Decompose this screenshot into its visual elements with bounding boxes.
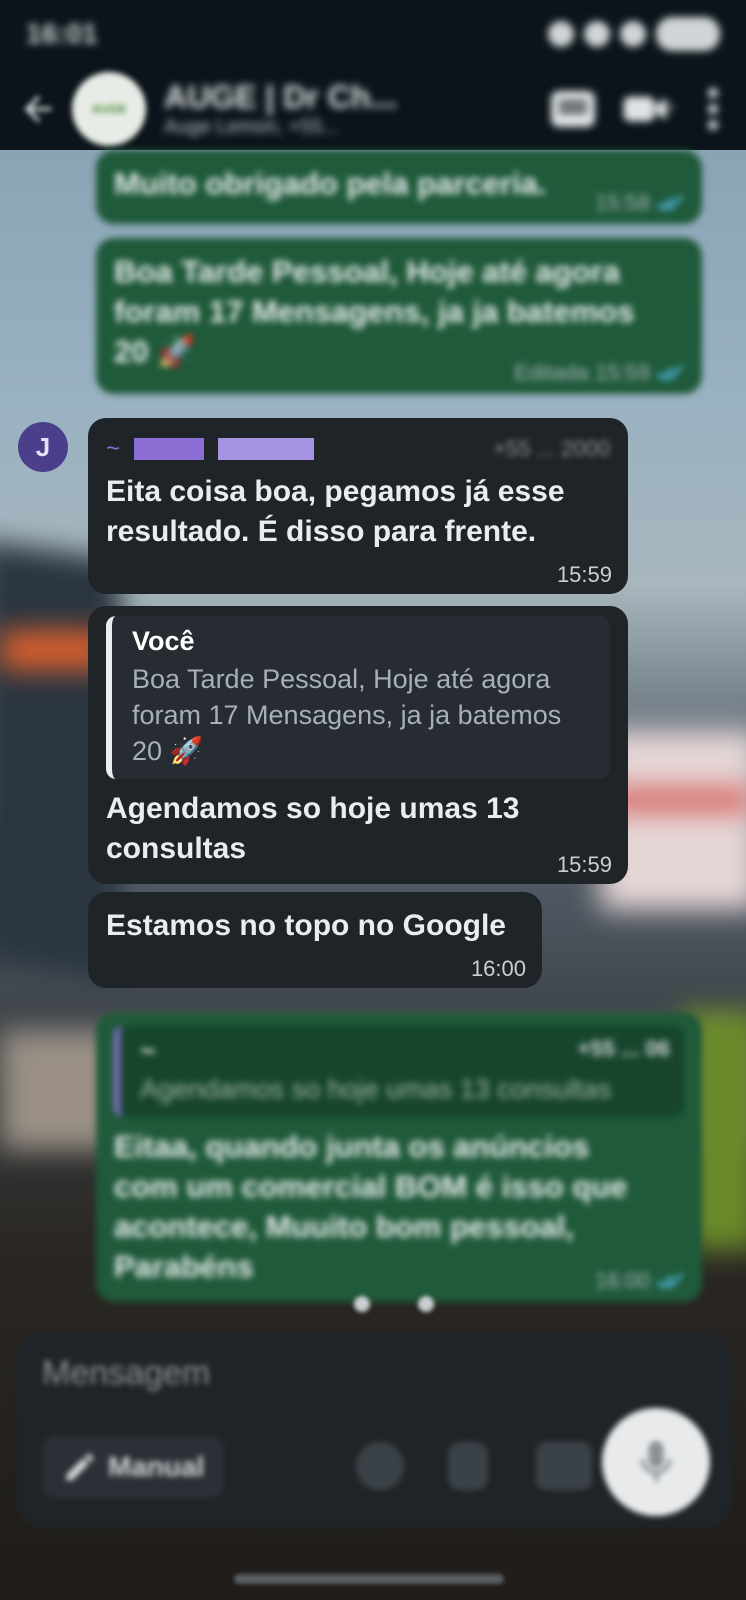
avatar-text: AUGE — [91, 102, 127, 116]
camera-icon[interactable] — [536, 1442, 592, 1490]
sender-phone: +55 ... 2000 — [493, 436, 610, 461]
wifi-icon — [584, 21, 610, 47]
message-time: 15:59 — [556, 562, 612, 587]
scroll-indicator — [354, 1296, 434, 1312]
chat-subtitle: Auge Lemon, +55... — [164, 116, 340, 138]
quoted-message[interactable]: ~ +55 ... 06 Agendamos so hoje umas 13 c… — [114, 1026, 684, 1117]
quoted-author: Você — [132, 626, 195, 656]
sender-avatar[interactable]: J — [18, 422, 68, 472]
message-time: 16:00 — [470, 956, 526, 981]
message-meta: 16:00 — [595, 1268, 686, 1294]
attach-icon[interactable] — [448, 1442, 488, 1490]
message-text: Agendamos so hoje umas 13 consultas — [106, 792, 520, 865]
signal-icon — [620, 21, 646, 47]
status-time: 16:01 — [26, 18, 98, 49]
quoted-author-line: ~ +55 ... 06 — [140, 1036, 670, 1067]
double-check-icon — [656, 364, 684, 382]
sender-line: ~ +55 ... 2000 — [106, 432, 610, 466]
message-time: 16:00 — [594, 1268, 650, 1293]
redacted-name — [218, 438, 315, 460]
message-text: Eitaa, quando junta os anúncios com um c… — [114, 1129, 628, 1284]
alarm-icon — [548, 21, 574, 47]
scroll-dot — [418, 1296, 434, 1312]
home-indicator[interactable] — [234, 1574, 504, 1584]
message-bubble-incoming[interactable]: Você Boa Tarde Pessoal, Hoje até agora f… — [88, 606, 628, 884]
redacted-name — [134, 438, 205, 460]
message-meta: 15:59 — [557, 562, 612, 588]
quoted-author: ~ — [140, 1036, 156, 1066]
quoted-text: Agendamos so hoje umas 13 consultas — [140, 1074, 612, 1104]
double-check-icon — [656, 194, 684, 212]
message-meta: 15:58 — [595, 190, 686, 216]
quoted-text: Boa Tarde Pessoal, Hoje até agora foram … — [132, 664, 562, 766]
message-meta: Editada 15:59 — [514, 360, 686, 386]
message-bubble-outgoing[interactable]: Muito obrigado pela parceria. 15:58 — [96, 150, 702, 224]
system-icons — [548, 17, 720, 51]
message-time: 15:58 — [594, 190, 650, 215]
mic-button[interactable] — [602, 1408, 710, 1516]
chat-header: AUGE AUGE | Dr Ch... Auge Lemon, +55... — [0, 68, 746, 150]
battery-icon — [656, 17, 720, 51]
pencil-icon — [66, 1453, 94, 1481]
sticker-icon[interactable] — [356, 1442, 404, 1490]
manual-button[interactable]: Manual — [42, 1436, 225, 1498]
sender-name: ~ — [106, 435, 121, 462]
back-arrow-icon[interactable] — [18, 89, 58, 129]
group-avatar[interactable]: AUGE — [72, 72, 146, 146]
quoted-phone: +55 ... 06 — [577, 1036, 670, 1061]
more-options-icon[interactable] — [698, 87, 728, 131]
sender-initial: J — [35, 431, 51, 462]
message-bubble-incoming[interactable]: ~ +55 ... 2000 Eita coisa boa, pegamos j… — [88, 418, 628, 594]
message-time: Editada 15:59 — [514, 360, 650, 385]
message-bubble-incoming[interactable]: Estamos no topo no Google 16:00 — [88, 892, 542, 988]
scroll-dot — [354, 1296, 370, 1312]
status-bar: 16:01 — [0, 0, 746, 68]
manual-label: Manual — [108, 1451, 205, 1482]
chat-title: AUGE | Dr Ch... — [164, 79, 397, 115]
video-call-icon[interactable] — [622, 87, 676, 131]
message-meta: 15:59 — [557, 852, 612, 878]
message-text: Boa Tarde Pessoal, Hoje até agora foram … — [114, 254, 635, 369]
message-input[interactable]: Mensagem — [42, 1354, 210, 1393]
message-text: Estamos no topo no Google — [106, 909, 506, 942]
double-check-icon — [656, 1272, 684, 1290]
mic-icon — [640, 1441, 672, 1482]
message-bubble-outgoing[interactable]: ~ +55 ... 06 Agendamos so hoje umas 13 c… — [96, 1012, 702, 1302]
chat-title-block[interactable]: AUGE | Dr Ch... Auge Lemon, +55... — [164, 79, 524, 139]
message-meta: 16:00 — [471, 956, 526, 982]
message-time: 15:59 — [556, 852, 612, 877]
message-bubble-outgoing[interactable]: Boa Tarde Pessoal, Hoje até agora foram … — [96, 238, 702, 394]
wallpaper-screen-bar — [610, 790, 746, 810]
message-text: Eita coisa boa, pegamos já esse resultad… — [106, 475, 565, 548]
calendar-icon[interactable] — [546, 87, 600, 131]
quoted-message[interactable]: Você Boa Tarde Pessoal, Hoje até agora f… — [106, 616, 610, 779]
